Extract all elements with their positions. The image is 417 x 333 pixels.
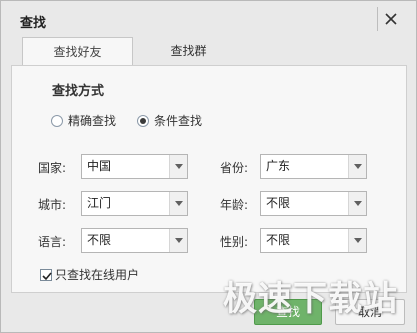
city-select[interactable]: 江门 bbox=[81, 191, 188, 216]
search-method-heading: 查找方式 bbox=[52, 84, 105, 99]
chevron-down-icon[interactable] bbox=[348, 155, 366, 178]
country-label: 国家: bbox=[38, 161, 67, 175]
age-value: 不限 bbox=[266, 196, 291, 210]
dialog-title: 查找 bbox=[20, 16, 47, 31]
search-panel: 查找方式 精确查找 条件查找 国家: 中国 省份: 广东 城市: 江门 年龄: … bbox=[11, 65, 407, 293]
checkmark-icon bbox=[42, 271, 52, 280]
tab-bar: 查找好友 查找群 bbox=[22, 37, 397, 66]
country-select[interactable]: 中国 bbox=[81, 154, 188, 179]
chevron-down-icon[interactable] bbox=[169, 192, 187, 215]
radio-circle-exact[interactable] bbox=[51, 114, 63, 127]
tab-find-friends[interactable]: 查找好友 bbox=[22, 37, 133, 66]
age-label: 年龄: bbox=[220, 198, 249, 212]
country-value: 中国 bbox=[87, 159, 112, 173]
chevron-down-icon[interactable] bbox=[348, 192, 366, 215]
radio-circle-condition[interactable] bbox=[137, 114, 149, 127]
age-select[interactable]: 不限 bbox=[260, 191, 367, 216]
title-bar: 查找 bbox=[1, 1, 416, 37]
province-label: 省份: bbox=[220, 161, 249, 175]
close-icon bbox=[385, 13, 397, 25]
city-value: 江门 bbox=[87, 196, 112, 210]
watermark-text: 极速下载站 bbox=[223, 279, 398, 319]
chevron-down-icon[interactable] bbox=[169, 229, 187, 252]
radio-condition-search[interactable]: 条件查找 bbox=[137, 112, 202, 129]
online-only-box[interactable] bbox=[40, 268, 52, 281]
city-label: 城市: bbox=[38, 198, 67, 212]
title-divider bbox=[377, 7, 378, 31]
radio-label-condition: 条件查找 bbox=[154, 114, 203, 128]
radio-label-exact: 精确查找 bbox=[68, 114, 117, 128]
gender-value: 不限 bbox=[266, 233, 291, 247]
province-select[interactable]: 广东 bbox=[260, 154, 367, 179]
tab-find-groups[interactable]: 查找群 bbox=[133, 37, 244, 65]
gender-label: 性别: bbox=[220, 235, 249, 249]
find-dialog: 查找 查找好友 查找群 查找方式 精确查找 条件查找 国家: 中国 省份: 广东… bbox=[0, 0, 417, 333]
chevron-down-icon[interactable] bbox=[348, 229, 366, 252]
online-only-label: 只查找在线用户 bbox=[55, 268, 140, 282]
close-button[interactable] bbox=[382, 10, 400, 28]
radio-exact-search[interactable]: 精确查找 bbox=[51, 112, 116, 129]
language-select[interactable]: 不限 bbox=[81, 228, 188, 253]
chevron-down-icon[interactable] bbox=[169, 155, 187, 178]
province-value: 广东 bbox=[266, 159, 291, 173]
online-only-checkbox[interactable]: 只查找在线用户 bbox=[40, 266, 139, 283]
gender-select[interactable]: 不限 bbox=[260, 228, 367, 253]
language-label: 语言: bbox=[38, 235, 67, 249]
language-value: 不限 bbox=[87, 233, 112, 247]
